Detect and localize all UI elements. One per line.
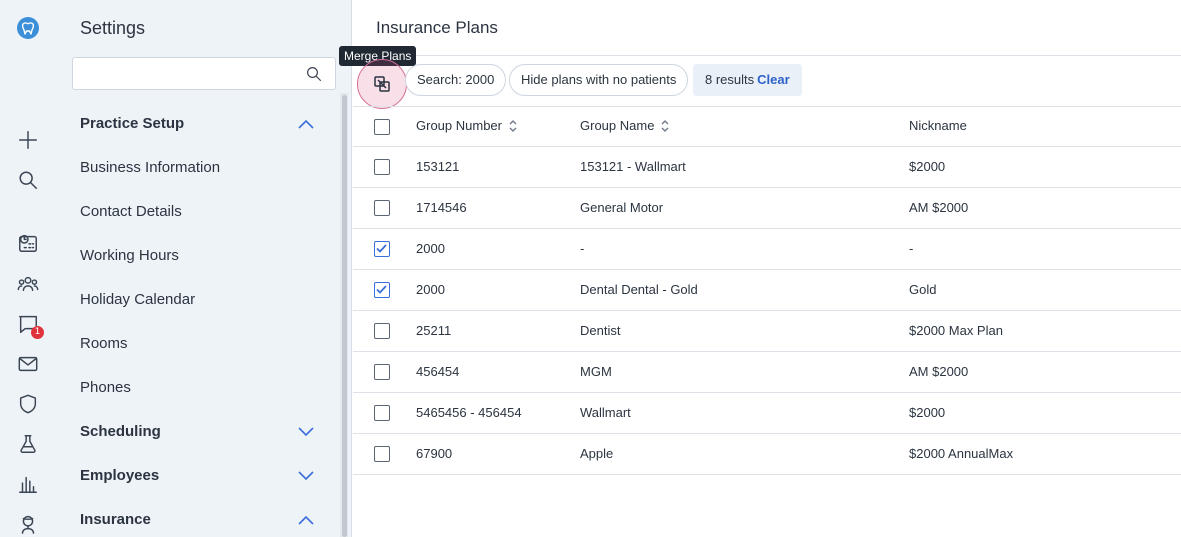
- merge-plans-button[interactable]: [357, 59, 407, 109]
- nav-section-employees[interactable]: Employees: [80, 467, 314, 484]
- row-checkbox[interactable]: [374, 405, 390, 421]
- chevron-down-icon: [298, 426, 314, 436]
- nav-section-label: Practice Setup: [80, 115, 185, 132]
- cell-nickname: $2000: [909, 159, 946, 174]
- search-filter-chip[interactable]: Search: 2000: [405, 64, 507, 96]
- cell-group-number: 67900: [416, 446, 453, 461]
- page-title: Insurance Plans: [376, 18, 498, 37]
- row-checkbox[interactable]: [374, 446, 390, 462]
- table-row[interactable]: 1714546 General Motor AM $2000: [353, 187, 1181, 228]
- search-icon[interactable]: [305, 65, 323, 83]
- cell-group-number: 456454: [416, 364, 460, 379]
- cell-group-name: Dental Dental - Gold: [580, 282, 698, 297]
- column-header-group-name[interactable]: Group Name: [580, 118, 670, 133]
- results-summary: 8 results Clear: [693, 64, 802, 96]
- checkmark-icon: [376, 285, 387, 294]
- chevron-down-icon: [298, 470, 314, 480]
- nav-section-practice-setup[interactable]: Practice Setup: [80, 115, 314, 132]
- chevron-up-icon: [298, 119, 314, 129]
- schedule-icon[interactable]: [16, 231, 40, 255]
- clear-filters-link[interactable]: Clear: [757, 72, 790, 87]
- header-divider: [353, 55, 1181, 56]
- column-header-label: Nickname: [909, 118, 967, 133]
- cell-nickname: $2000 Max Plan: [909, 323, 1003, 338]
- merge-icon: [374, 76, 390, 92]
- cell-nickname: $2000 AnnualMax: [909, 446, 1014, 461]
- nav-item-rooms[interactable]: Rooms: [80, 335, 128, 352]
- settings-search[interactable]: [72, 57, 336, 90]
- cell-group-number: 153121: [416, 159, 460, 174]
- sort-icon: [661, 119, 669, 132]
- settings-search-input[interactable]: [73, 58, 293, 89]
- checkmark-icon: [376, 244, 387, 253]
- row-checkbox[interactable]: [374, 241, 390, 257]
- cell-group-name: -: [580, 241, 585, 256]
- nav-section-insurance[interactable]: Insurance: [80, 511, 314, 528]
- cell-nickname: -: [909, 241, 914, 256]
- row-checkbox[interactable]: [374, 282, 390, 298]
- table-row[interactable]: 25211 Dentist $2000 Max Plan: [353, 310, 1181, 351]
- cell-group-name: 153121 - Wallmart: [580, 159, 686, 174]
- sort-icon: [509, 119, 517, 132]
- cell-nickname: $2000: [909, 405, 946, 420]
- table-bottom-border: [353, 474, 1181, 475]
- cell-group-name: Apple: [580, 446, 614, 461]
- table-row[interactable]: 5465456 - 456454 Wallmart $2000: [353, 392, 1181, 433]
- chevron-up-icon: [298, 515, 314, 525]
- row-checkbox[interactable]: [374, 364, 390, 380]
- nav-item-contact-details[interactable]: Contact Details: [80, 203, 182, 220]
- table-row[interactable]: 2000 - -: [353, 228, 1181, 269]
- column-header-group-number[interactable]: Group Number: [416, 118, 518, 133]
- results-count: 8 results: [705, 72, 755, 87]
- nav-item-working-hours[interactable]: Working Hours: [80, 247, 179, 264]
- row-checkbox[interactable]: [374, 159, 390, 175]
- settings-title: Settings: [80, 18, 146, 38]
- row-checkbox[interactable]: [374, 200, 390, 216]
- nav-item-business-information[interactable]: Business Information: [80, 159, 220, 176]
- table-row[interactable]: 2000 Dental Dental - Gold Gold: [353, 269, 1181, 310]
- cell-group-number: 5465456 - 456454: [416, 405, 522, 420]
- nav-item-phones[interactable]: Phones: [80, 379, 131, 396]
- lab-flask-icon[interactable]: [16, 432, 40, 456]
- cell-group-number: 1714546: [416, 200, 467, 215]
- cell-nickname: AM $2000: [909, 364, 969, 379]
- nav-section-label: Insurance: [80, 511, 151, 528]
- toolbar-divider: [353, 106, 1181, 107]
- select-all-checkbox[interactable]: [374, 119, 390, 135]
- cell-group-name: Dentist: [580, 323, 621, 338]
- cell-nickname: Gold: [909, 282, 937, 297]
- mail-icon[interactable]: [16, 352, 40, 376]
- cell-group-number: 2000: [416, 241, 445, 256]
- column-header-nickname[interactable]: Nickname: [909, 118, 967, 133]
- reports-chart-icon[interactable]: [16, 472, 40, 496]
- cell-nickname: AM $2000: [909, 200, 969, 215]
- icon-rail: 1: [0, 0, 56, 537]
- search-icon[interactable]: [16, 168, 40, 192]
- tooth-logo-icon[interactable]: [16, 16, 40, 40]
- table-row[interactable]: 153121 153121 - Wallmart $2000: [353, 146, 1181, 187]
- table-row[interactable]: 67900 Apple $2000 AnnualMax: [353, 433, 1181, 474]
- insurance-plans-main: Insurance Plans Merge Plans Search: 2000…: [339, 0, 1181, 537]
- nav-section-scheduling[interactable]: Scheduling: [80, 423, 314, 440]
- column-header-label: Group Name: [580, 118, 655, 133]
- cell-group-number: 2000: [416, 282, 445, 297]
- cell-group-name: Wallmart: [580, 405, 631, 420]
- plus-icon[interactable]: [16, 128, 40, 152]
- column-header-label: Group Number: [416, 118, 502, 133]
- settings-panel: Settings Practice Setup Business Informa…: [56, 0, 352, 537]
- patients-icon[interactable]: [16, 272, 40, 296]
- shield-icon[interactable]: [16, 392, 40, 416]
- cell-group-name: General Motor: [580, 200, 664, 215]
- table-row[interactable]: 456454 MGM AM $2000: [353, 351, 1181, 392]
- cell-group-name: MGM: [580, 364, 612, 379]
- person-icon[interactable]: [16, 512, 40, 536]
- row-checkbox[interactable]: [374, 323, 390, 339]
- cell-group-number: 25211: [416, 323, 452, 338]
- scrollbar-thumb[interactable]: [342, 95, 347, 537]
- nav-item-holiday-calendar[interactable]: Holiday Calendar: [80, 291, 195, 308]
- hide-no-patients-chip[interactable]: Hide plans with no patients: [509, 64, 689, 96]
- chat-notification-badge: 1: [31, 326, 44, 339]
- nav-section-label: Employees: [80, 467, 160, 484]
- nav-section-label: Scheduling: [80, 423, 161, 440]
